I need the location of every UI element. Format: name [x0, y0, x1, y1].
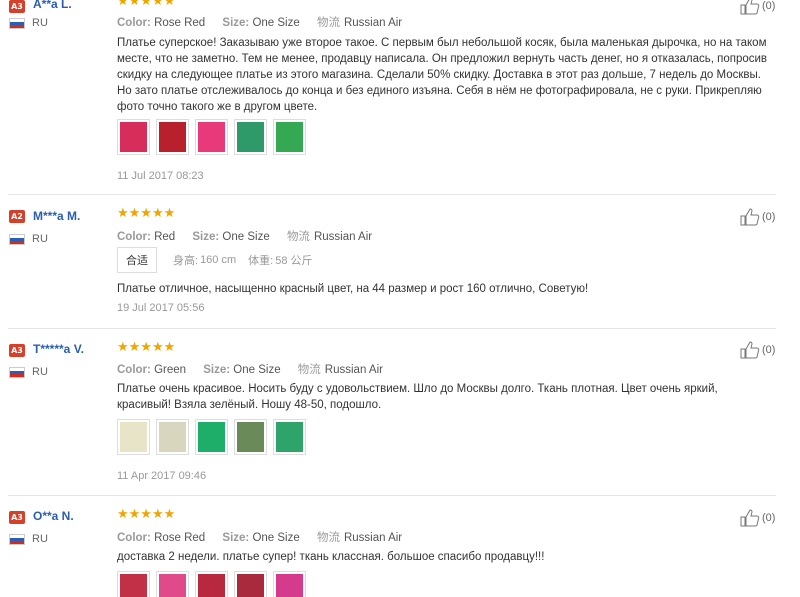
review-date: 11 Jul 2017 08:23 — [117, 170, 204, 182]
buyer-level-badge: A3 — [9, 0, 25, 13]
review-attributes: Color: Red Size: One Size 物流 Russian Air — [117, 228, 386, 244]
review-photo-thumbnail[interactable] — [234, 119, 267, 155]
review-photo-thumbnail[interactable] — [234, 571, 267, 597]
helpful-count: (0) — [762, 512, 776, 524]
reviewer-country: RU — [32, 233, 48, 245]
russia-flag-icon — [9, 367, 25, 378]
review-photo-thumbnail[interactable] — [156, 119, 189, 155]
review-attributes: Color: Green Size: One Size 物流 Russian Ai… — [117, 361, 397, 377]
shipping-key: 物流 — [316, 532, 340, 544]
review-photo-thumbnail[interactable] — [273, 571, 306, 597]
color-value: Rose Red — [154, 17, 206, 29]
color-key: Color: — [117, 231, 151, 243]
review-date: 11 Apr 2017 09:46 — [117, 470, 207, 482]
review-photo-thumbnail[interactable] — [117, 571, 150, 597]
review-text: Платье очень красивое. Носить буду с удо… — [117, 383, 718, 411]
reviewer-name[interactable]: O**a N. — [33, 509, 74, 523]
color-value: Green — [154, 364, 187, 376]
color-key: Color: — [117, 17, 151, 29]
thumbs-up-icon — [740, 341, 760, 359]
shipping-key: 物流 — [316, 17, 340, 29]
review-photo-thumbnail[interactable] — [195, 119, 228, 155]
helpful-button[interactable]: (0) — [740, 341, 775, 359]
color-key: Color: — [117, 364, 151, 376]
fit-label: 合适 — [117, 247, 157, 273]
review-photo-thumbnail[interactable] — [156, 571, 189, 597]
reviewer-country: RU — [32, 366, 48, 378]
review-photo-thumbnail[interactable] — [273, 119, 306, 155]
shipping-key: 物流 — [297, 364, 321, 376]
review-photo-thumbnail[interactable] — [273, 419, 306, 455]
reviewer-name[interactable]: T*****a V. — [33, 342, 84, 356]
reviewer-country: RU — [32, 533, 48, 545]
weight-value: 58 公斤 — [275, 255, 313, 267]
buyer-level-badge: A3 — [9, 344, 25, 357]
shipping-value: Russian Air — [343, 17, 403, 29]
review-photo-thumbnail[interactable] — [117, 419, 150, 455]
review-photos — [117, 119, 306, 155]
rating-stars: ★★★★★ — [117, 0, 176, 9]
size-key: Size: — [192, 231, 220, 243]
buyer-level-badge: A2 — [9, 210, 25, 223]
russia-flag-icon — [9, 534, 25, 545]
review-date: 19 Jul 2017 05:56 — [117, 302, 205, 314]
review-divider — [8, 495, 776, 496]
review-photo-thumbnail[interactable] — [195, 571, 228, 597]
color-value: Rose Red — [154, 532, 206, 544]
review-photo-thumbnail[interactable] — [117, 119, 150, 155]
shipping-value: Russian Air — [313, 231, 373, 243]
reviewer-country: RU — [32, 17, 48, 29]
reviewer-name[interactable]: A**a L. — [33, 0, 72, 11]
review-attributes: Color: Rose Red Size: One Size 物流 Russian… — [117, 529, 416, 545]
helpful-button[interactable]: (0) — [740, 509, 775, 527]
helpful-count: (0) — [762, 211, 776, 223]
review-divider — [8, 328, 776, 329]
helpful-count: (0) — [762, 344, 776, 356]
review-photo-thumbnail[interactable] — [195, 419, 228, 455]
shipping-value: Russian Air — [343, 532, 403, 544]
russia-flag-icon — [9, 234, 25, 245]
thumbs-up-icon — [740, 0, 760, 15]
size-key: Size: — [203, 364, 231, 376]
review-attributes: Color: Rose Red Size: One Size 物流 Russian… — [117, 14, 416, 30]
size-key: Size: — [222, 532, 250, 544]
shipping-key: 物流 — [286, 231, 310, 243]
buyer-level-badge: A3 — [9, 511, 25, 524]
review-text: Платье суперское! Заказываю уже второе т… — [117, 37, 768, 113]
rating-stars: ★★★★★ — [117, 206, 176, 221]
review-divider — [8, 194, 776, 195]
height-value: 160 cm — [200, 254, 237, 266]
helpful-count: (0) — [762, 0, 776, 12]
review-photo-thumbnail[interactable] — [156, 419, 189, 455]
rating-stars: ★★★★★ — [117, 340, 176, 355]
color-key: Color: — [117, 532, 151, 544]
helpful-button[interactable]: (0) — [740, 208, 775, 226]
weight-key: 体重: — [248, 255, 274, 267]
size-value: One Size — [222, 231, 270, 243]
reviewer-name[interactable]: M***a M. — [33, 209, 80, 223]
helpful-button[interactable]: (0) — [740, 0, 775, 15]
review-photos — [117, 571, 306, 597]
size-value: One Size — [252, 532, 300, 544]
review-photo-thumbnail[interactable] — [234, 419, 267, 455]
review-text: доставка 2 недели. платье супер! ткань к… — [117, 551, 545, 563]
rating-stars: ★★★★★ — [117, 507, 176, 522]
russia-flag-icon — [9, 18, 25, 29]
review-photos — [117, 419, 306, 455]
body-info: 合适 身高: 160 cm 体重: 58 公斤 — [117, 247, 325, 273]
thumbs-up-icon — [740, 208, 760, 226]
size-value: One Size — [252, 17, 300, 29]
review-text: Платье отличное, насыщенно красный цвет,… — [117, 283, 589, 295]
color-value: Red — [154, 231, 176, 243]
shipping-value: Russian Air — [324, 364, 383, 376]
height-key: 身高: — [173, 255, 199, 267]
thumbs-up-icon — [740, 509, 760, 527]
size-key: Size: — [222, 17, 250, 29]
size-value: One Size — [233, 364, 281, 376]
